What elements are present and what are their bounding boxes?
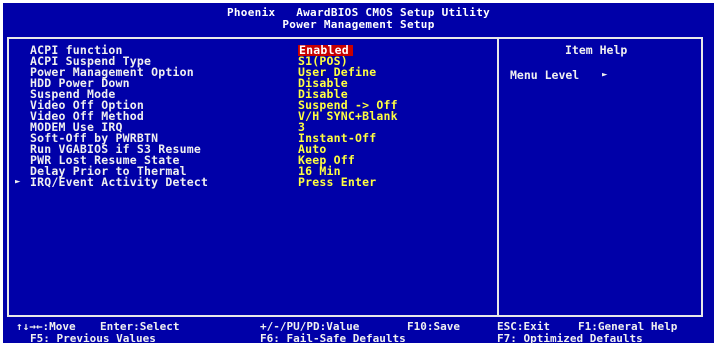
setting-value-video-off-method[interactable]: V/H SYNC+Blank xyxy=(298,110,398,122)
item-help-title: Item Help xyxy=(565,43,628,57)
menu-level-arrow-icon: ► xyxy=(602,70,608,80)
menu-level-label: Menu Level xyxy=(510,68,580,82)
setting-value-irq-event-detect[interactable]: Press Enter xyxy=(298,176,376,188)
footer-move: ↑↓→←:Move xyxy=(16,320,76,333)
footer-exit: ESC:Exit xyxy=(497,320,550,333)
footer-previous-values: F5: Previous Values xyxy=(30,332,156,345)
footer-value: +/-/PU/PD:Value xyxy=(260,320,360,333)
footer-save: F10:Save xyxy=(407,320,460,333)
footer-general-help: F1:General Help xyxy=(578,320,678,333)
page-subtitle: Power Management Setup xyxy=(282,18,435,31)
footer-optimized-defaults: F7: Optimized Defaults xyxy=(497,332,643,345)
submenu-arrow-icon: ► xyxy=(15,177,21,187)
footer-select: Enter:Select xyxy=(100,320,180,333)
footer-failsafe-defaults: F6: Fail-Safe Defaults xyxy=(260,332,406,345)
help-divider xyxy=(497,37,499,317)
bios-header: Phoenix AwardBIOS CMOS Setup Utility Pow… xyxy=(3,7,714,30)
vendor-name: Phoenix xyxy=(226,6,276,19)
setting-label-irq-event-detect: IRQ/Event Activity Detect xyxy=(30,175,209,189)
